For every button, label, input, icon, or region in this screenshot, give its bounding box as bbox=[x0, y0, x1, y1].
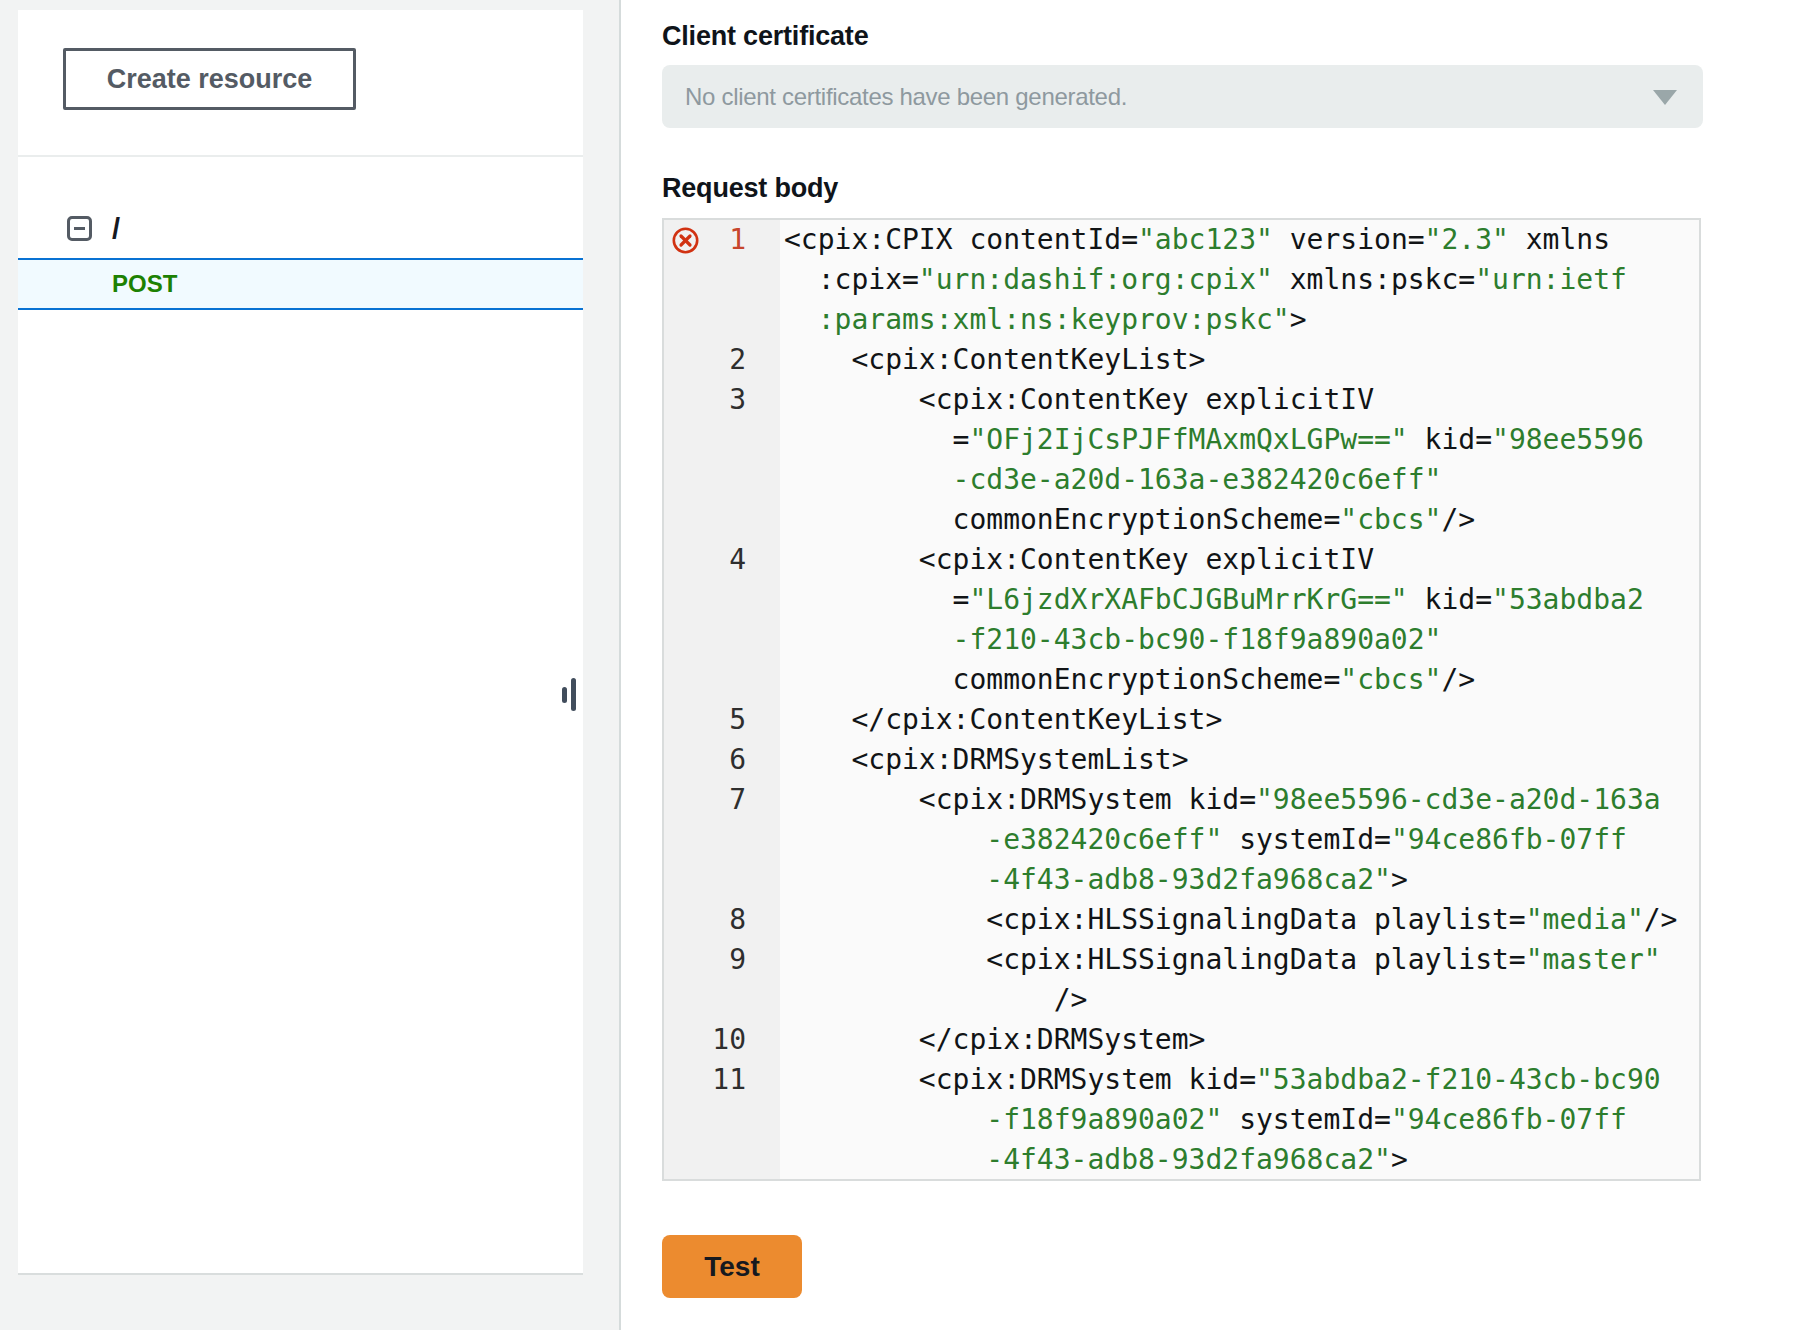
code-row: -f18f9a890a02" systemId="94ce86fb-07ff bbox=[780, 1100, 1699, 1140]
code-row: commonEncryptionScheme="cbcs"/> bbox=[780, 660, 1699, 700]
line-number: 9 bbox=[664, 940, 780, 980]
line-number: 5 bbox=[664, 700, 780, 740]
editor-code[interactable]: <cpix:CPIX contentId="abc123" version="2… bbox=[780, 220, 1699, 1179]
request-body-heading: Request body bbox=[662, 173, 838, 204]
panel-resize-handle[interactable] bbox=[571, 678, 576, 711]
request-body-editor[interactable]: 1234567891011 <cpix:CPIX contentId="abc1… bbox=[662, 218, 1701, 1181]
code-row: -e382420c6eff" systemId="94ce86fb-07ff bbox=[780, 820, 1699, 860]
line-number bbox=[664, 420, 780, 460]
code-row: </cpix:DRMSystem> bbox=[780, 1020, 1699, 1060]
test-panel: Client certificate No client certificate… bbox=[621, 0, 1818, 1330]
line-number: 3 bbox=[664, 380, 780, 420]
line-number bbox=[664, 860, 780, 900]
code-row: -f210-43cb-bc90-f18f9a890a02" bbox=[780, 620, 1699, 660]
client-certificate-heading: Client certificate bbox=[662, 21, 868, 52]
line-number bbox=[664, 260, 780, 300]
code-row: :params:xml:ns:keyprov:pskc"> bbox=[780, 300, 1699, 340]
test-button[interactable]: Test bbox=[662, 1235, 802, 1298]
code-row: <cpix:ContentKey explicitIV bbox=[780, 540, 1699, 580]
resource-root-label: / bbox=[112, 206, 120, 252]
collapse-icon[interactable] bbox=[67, 216, 92, 241]
code-row: -4f43-adb8-93d2fa968ca2"> bbox=[780, 860, 1699, 900]
method-label: POST bbox=[112, 260, 177, 308]
editor-gutter: 1234567891011 bbox=[664, 220, 780, 1179]
line-number bbox=[664, 980, 780, 1020]
line-number: 4 bbox=[664, 540, 780, 580]
line-number bbox=[664, 580, 780, 620]
code-row: -4f43-adb8-93d2fa968ca2"> bbox=[780, 1140, 1699, 1179]
create-resource-button[interactable]: Create resource bbox=[63, 48, 356, 110]
code-row: <cpix:HLSSignalingData playlist="media"/… bbox=[780, 900, 1699, 940]
code-row: </cpix:ContentKeyList> bbox=[780, 700, 1699, 740]
card-divider bbox=[18, 155, 583, 157]
code-row: <cpix:ContentKeyList> bbox=[780, 340, 1699, 380]
line-number bbox=[664, 660, 780, 700]
line-number bbox=[664, 300, 780, 340]
line-number bbox=[664, 460, 780, 500]
resources-card: Create resource / POST bbox=[18, 10, 583, 1275]
line-number: 11 bbox=[664, 1060, 780, 1100]
code-row: commonEncryptionScheme="cbcs"/> bbox=[780, 500, 1699, 540]
line-number: 2 bbox=[664, 340, 780, 380]
code-row: -cd3e-a20d-163a-e382420c6eff" bbox=[780, 460, 1699, 500]
line-number bbox=[664, 620, 780, 660]
code-row: ="L6jzdXrXAFbCJGBuMrrKrG==" kid="53abdba… bbox=[780, 580, 1699, 620]
client-certificate-placeholder: No client certificates have been generat… bbox=[685, 65, 1127, 128]
line-number: 7 bbox=[664, 780, 780, 820]
line-number bbox=[664, 1100, 780, 1140]
line-number: 8 bbox=[664, 900, 780, 940]
line-number bbox=[664, 820, 780, 860]
line-number: 10 bbox=[664, 1020, 780, 1060]
code-row: <cpix:DRMSystem kid="98ee5596-cd3e-a20d-… bbox=[780, 780, 1699, 820]
code-row: <cpix:HLSSignalingData playlist="master" bbox=[780, 940, 1699, 980]
code-row: :cpix="urn:dashif:org:cpix" xmlns:pskc="… bbox=[780, 260, 1699, 300]
line-number: 6 bbox=[664, 740, 780, 780]
code-row: /> bbox=[780, 980, 1699, 1020]
method-row-post[interactable]: POST bbox=[18, 258, 583, 310]
panel-resize-handle-short[interactable] bbox=[562, 687, 567, 703]
client-certificate-select[interactable]: No client certificates have been generat… bbox=[662, 65, 1703, 128]
code-row: ="OFj2IjCsPJFfMAxmQxLGPw==" kid="98ee559… bbox=[780, 420, 1699, 460]
line-number bbox=[664, 500, 780, 540]
code-row: <cpix:ContentKey explicitIV bbox=[780, 380, 1699, 420]
error-icon bbox=[671, 226, 700, 255]
line-number bbox=[664, 1140, 780, 1180]
code-row: <cpix:DRMSystemList> bbox=[780, 740, 1699, 780]
chevron-down-icon bbox=[1653, 90, 1677, 105]
code-row: <cpix:CPIX contentId="abc123" version="2… bbox=[780, 220, 1699, 260]
code-row: <cpix:DRMSystem kid="53abdba2-f210-43cb-… bbox=[780, 1060, 1699, 1100]
resource-tree-root[interactable]: / bbox=[18, 206, 583, 256]
resources-panel: Create resource / POST bbox=[0, 0, 619, 1330]
